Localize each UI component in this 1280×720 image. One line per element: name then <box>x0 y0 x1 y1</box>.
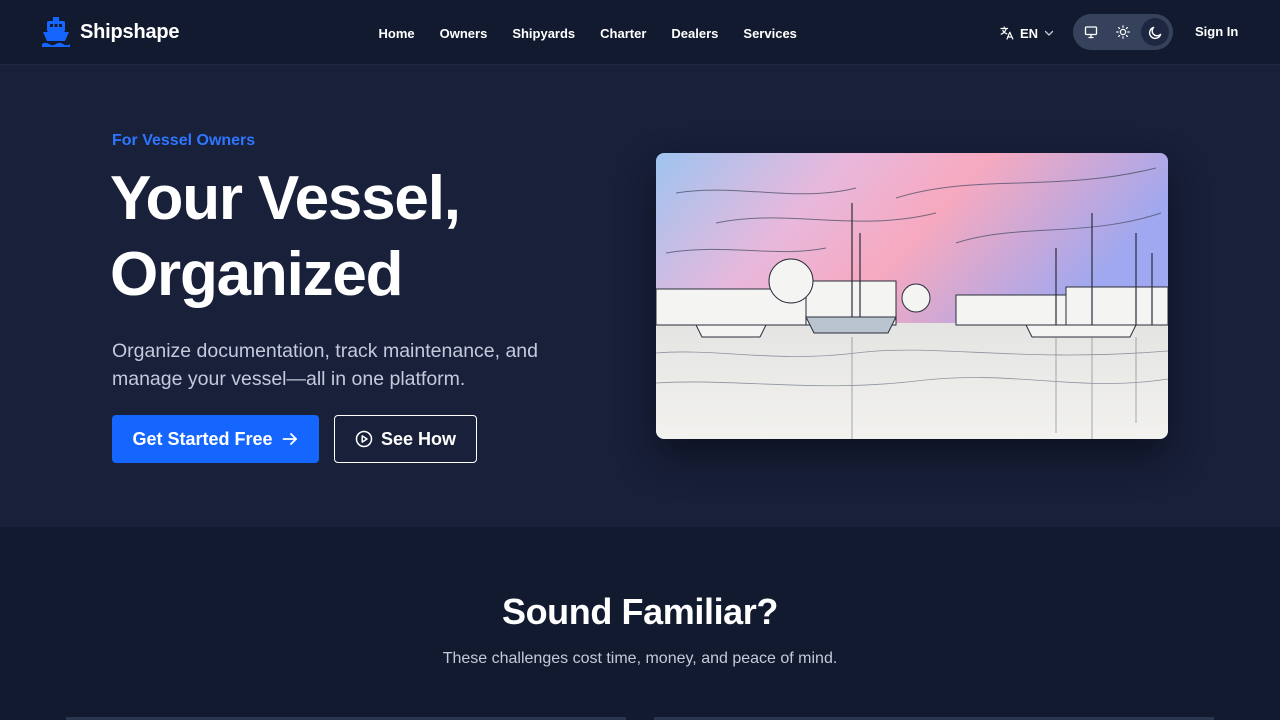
hero-section: For Vessel Owners Your Vessel, Organized… <box>0 65 1280 527</box>
nav-item-charter[interactable]: Charter <box>588 26 659 41</box>
hero-title-line-1: Your Vessel, <box>110 164 461 233</box>
language-selector[interactable]: EN <box>1000 24 1054 42</box>
theme-toggle <box>1073 14 1173 50</box>
arrow-right-icon <box>282 433 297 445</box>
nav-item-services[interactable]: Services <box>731 26 810 41</box>
chevron-down-icon <box>1044 30 1054 36</box>
get-started-label: Get Started Free <box>132 428 273 449</box>
ship-icon <box>42 17 70 47</box>
theme-system-button[interactable] <box>1077 18 1105 46</box>
site-header: Shipshape Home Owners Shipyards Charter … <box>0 0 1280 65</box>
brand-name: Shipshape <box>80 20 180 43</box>
moon-icon <box>1148 26 1161 39</box>
pain-subtitle: These challenges cost time, money, and p… <box>442 650 838 667</box>
brand-logo[interactable]: Shipshape <box>42 16 180 48</box>
sign-in-link[interactable]: Sign In <box>1195 24 1238 39</box>
hero-eyebrow: For Vessel Owners <box>112 132 256 149</box>
hero-title: Your Vessel, Organized <box>110 161 610 313</box>
get-started-button[interactable]: Get Started Free <box>112 415 319 463</box>
main-nav: Home Owners Shipyards Charter Dealers Se… <box>366 22 809 44</box>
nav-item-owners[interactable]: Owners <box>427 26 500 41</box>
pain-points-section: Sound Familiar? These challenges cost ti… <box>0 527 1280 720</box>
pain-title: Sound Familiar? <box>501 591 779 632</box>
nav-item-home[interactable]: Home <box>366 26 427 41</box>
theme-light-button[interactable] <box>1109 18 1137 46</box>
monitor-icon <box>1084 26 1098 39</box>
play-circle-icon <box>355 430 373 448</box>
see-how-button[interactable]: See How <box>334 415 477 463</box>
language-label: EN <box>1020 25 1039 41</box>
hero-marina-illustration <box>656 153 1168 439</box>
see-how-label: See How <box>380 428 457 449</box>
sun-icon <box>1116 25 1130 39</box>
nav-item-shipyards[interactable]: Shipyards <box>500 26 588 41</box>
nav-item-dealers[interactable]: Dealers <box>659 26 731 41</box>
theme-dark-button[interactable] <box>1141 18 1169 46</box>
hero-subtitle: Organize documentation, track maintenanc… <box>112 340 539 390</box>
hero-title-line-2: Organized <box>110 240 404 309</box>
translate-icon <box>1000 26 1014 40</box>
